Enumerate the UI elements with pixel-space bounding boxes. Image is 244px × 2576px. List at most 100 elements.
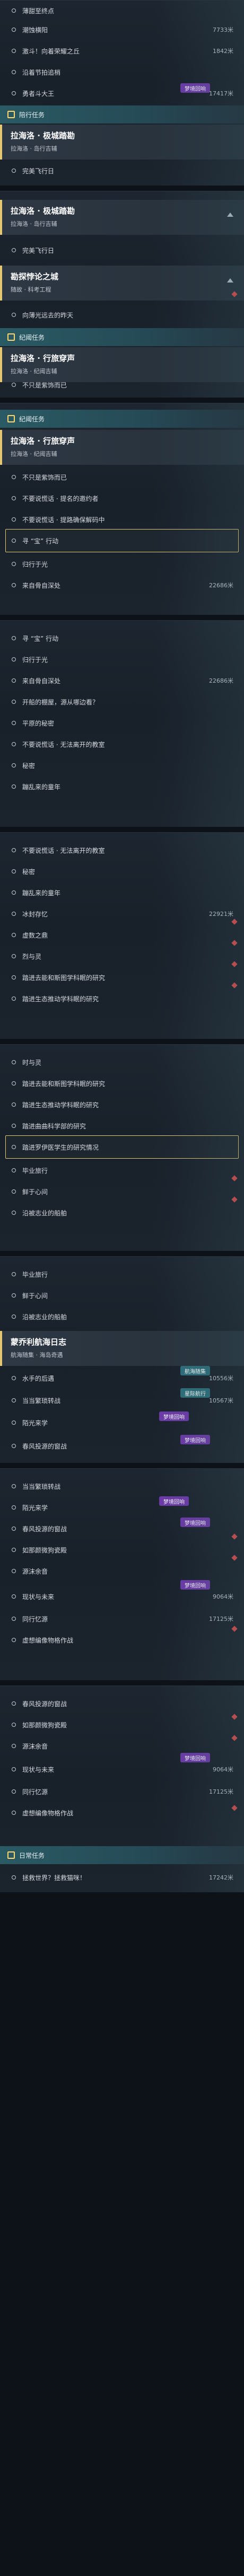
quest-name: 踏进曲曲科学部的研究 [22,1122,86,1130]
section-header-trailblaze[interactable]: 纪阈任务 [0,328,244,346]
circle-icon [12,1527,16,1531]
list-item[interactable]: 如那颜微狗瓷殿 [12,1715,233,1735]
list-item[interactable]: 潮蚀横阳 7733米 [12,20,233,40]
chevron-up-icon [227,278,233,283]
list-item[interactable]: 来自骨自深处 22686米 [12,575,233,595]
list-item[interactable]: 源沫余音 [12,1561,233,1581]
list-item[interactable]: 春风投源的窗战 [12,1436,233,1456]
circle-icon [12,1811,16,1815]
quest-card[interactable]: 拉海洛 · 极城踏勘 拉海洛 · 岛行吉辅 [0,125,244,160]
list-item[interactable]: 蹦乱来的童年 [12,883,233,903]
list-item[interactable]: 当当繁琐转战 [12,1476,233,1496]
quest-name: 踏进去能和斯图学科眠的研究 [22,1080,106,1088]
list-item[interactable]: 不要说慌话 · 提名的邀约者 [12,488,233,508]
circle-icon [12,562,16,566]
list-item[interactable]: 不只是紫饰而已 [12,375,233,395]
list-item[interactable]: 薄甜至终点 [12,1,233,21]
list-item[interactable]: 来自骨自深处 22686米 [12,671,233,691]
list-item[interactable]: 激斗！向着荣耀之丘 1842米 [12,41,233,61]
list-item[interactable]: 鲜于心间 [12,1181,233,1202]
section-header-trailblaze[interactable]: 纪阈任务 [0,410,244,428]
quest-panel: 纪阈任务 拉海洛 · 行旅穿声 拉海洛 · 纪阈吉辅 不只是紫饰而已 不要说慌话 … [0,403,244,615]
list-item[interactable]: 踏进曲曲科学部的研究 [12,1116,233,1136]
circle-icon [12,1723,16,1727]
list-item[interactable]: 沿被志业的船舶 [12,1307,233,1327]
list-item[interactable]: 虚数之鼎 [12,925,233,945]
quest-name: 秘密 [22,868,36,876]
list-item[interactable]: 踏进去能和斯图学科眠的研究 [12,1073,233,1093]
list-item[interactable]: 拯救世界？拯救猫咪！ 17242米 [12,1867,233,1887]
quest-name: 冰封存忆 [22,910,48,918]
list-item[interactable]: 归行于光 [12,554,233,574]
list-item[interactable]: 毕业旅行 [12,1160,233,1180]
list-item[interactable]: 春风投源的窗战 [12,1693,233,1714]
circle-icon [12,1102,16,1107]
list-item[interactable]: 不只是紫饰而已 [12,467,233,487]
quest-card[interactable]: 拉海洛 · 行旅穿声 拉海洛 · 纪阈吉辅 [0,430,244,465]
list-item[interactable]: 现状与未来 9064米 [12,1586,233,1607]
distance-label: 7733米 [213,27,233,33]
circle-icon [12,49,16,53]
quest-name: 平原的秘密 [22,719,55,727]
quest-name: 水手的后遇 [22,1374,55,1382]
circle-icon [12,636,16,640]
circle-icon [12,721,16,725]
list-item[interactable]: 当当繁琐转战 10567米 [12,1390,233,1410]
distance-label: 17125米 [209,1616,233,1622]
list-item[interactable]: 春风投源的窗战 [12,1519,233,1539]
list-item[interactable]: 寻 “宝” 行动 [12,628,233,648]
list-item[interactable]: 向薄光远去的昨天 [12,305,233,325]
list-item[interactable]: 沿被志业的船舶 [12,1203,233,1223]
list-item[interactable]: 陌光来学 [12,1413,233,1433]
quest-area: 拉海洛 · 岛行吉辅 [11,145,57,152]
list-item[interactable]: 开船的棚屋，源从哪边看？ [12,692,233,712]
quest-name: 源沫余音 [22,1742,48,1750]
list-item[interactable]: 鲜于心间 [12,1285,233,1305]
list-item[interactable]: 蹦乱来的童年 [12,777,233,797]
circle-icon [12,1701,16,1706]
list-item[interactable]: 秘密 [12,755,233,775]
list-item[interactable]: 毕业旅行 [12,1264,233,1284]
list-item[interactable]: 同行忆源 17125米 [12,1609,233,1629]
quest-name: 薄甜至终点 [22,7,55,15]
list-item[interactable]: 寻 “宝” 行动 [12,531,233,551]
list-item[interactable]: 勇者斗大王 17417米 [12,83,233,103]
list-item[interactable]: 不要说慌话 · 提路确保解码中 [12,509,233,530]
quest-card[interactable]: 拉海洛 · 极城踏勘 拉海洛 · 岛行吉辅 [0,200,244,235]
list-item[interactable]: 冰封存忆 22921米 [12,904,233,924]
list-item[interactable]: 踏进去能和斯图学科眠的研究 [12,967,233,987]
list-item[interactable]: 陌光来学 [12,1497,233,1518]
list-item[interactable]: 完美飞行日 [12,161,233,181]
quest-panel: 不要说慌话 · 无法离开的教室 秘密 蹦乱来的童年 冰封存忆 22921米 虚数之… [0,832,244,1039]
list-item[interactable]: 不要说慌话 · 无法离开的教室 [12,840,233,860]
list-item[interactable]: 完美飞行日 [12,240,233,260]
quest-name: 来自骨自深处 [22,581,61,589]
list-item[interactable]: 如那颜微狗瓷殿 [12,1540,233,1560]
list-item[interactable]: 虚想编像物格作战 [12,1803,233,1823]
list-item[interactable]: 踏进罗伊医学生的研究情况 [12,1137,233,1157]
list-item[interactable]: 水手的后遇 10556米 [12,1368,233,1388]
section-header-companion[interactable]: 陪行任务 [0,105,244,123]
circle-icon [12,248,16,252]
list-item[interactable]: 平原的秘密 [12,713,233,733]
list-item[interactable]: 时与灵 [12,1052,233,1072]
list-item[interactable]: 不要说慌话 · 无法离开的教室 [12,734,233,754]
circle-icon [12,383,16,387]
section-header-daily[interactable]: 日常任务 [0,1846,244,1864]
quest-card[interactable]: 蒙乔利航海日志 航海随集 · 海岛奇遇 [0,1331,244,1366]
quest-card[interactable]: 勘探悖论之城 随故 · 科考工程 [0,266,244,301]
list-item[interactable]: 踏进生态推动学科眠的研究 [12,1095,233,1115]
list-item[interactable]: 沿着节拍追梢 [12,62,233,82]
quest-name: 源沫余音 [22,1567,48,1575]
list-item[interactable]: 踏进生态推动学科眠的研究 [12,989,233,1009]
quest-name: 激斗！向着荣耀之丘 [22,47,80,55]
quest-name: 不要说慌话 · 无法离开的教室 [22,846,105,854]
list-item[interactable]: 同行忆源 17125米 [12,1781,233,1802]
list-item[interactable]: 虚想编像物格作战 [12,1630,233,1650]
list-item[interactable]: 秘密 [12,861,233,881]
list-item[interactable]: 归行于光 [12,649,233,669]
list-item[interactable]: 烈与灵 [12,946,233,966]
distance-label: 17125米 [209,1788,233,1795]
quest-name: 完美飞行日 [22,246,55,254]
list-item[interactable]: 现状与未来 9064米 [12,1759,233,1779]
